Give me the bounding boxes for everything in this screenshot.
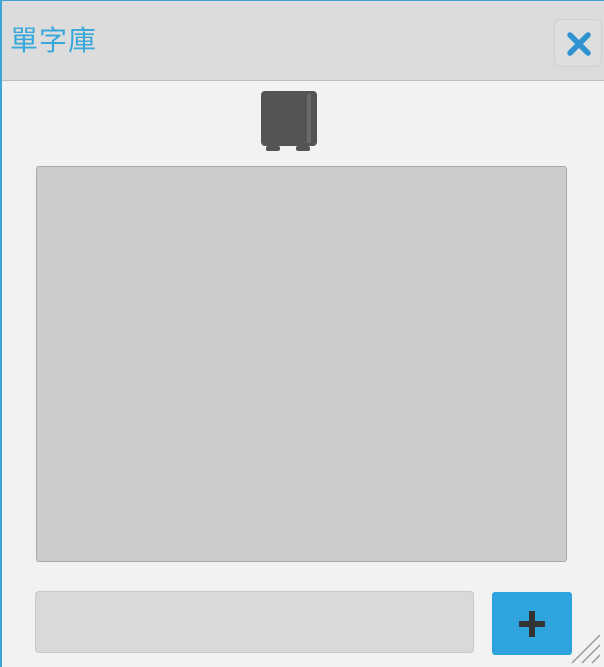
word-list[interactable] bbox=[36, 166, 567, 562]
close-icon bbox=[567, 32, 591, 56]
word-bank-dialog: 單字庫 bbox=[0, 0, 604, 667]
add-word-button[interactable] bbox=[492, 592, 572, 655]
word-input[interactable] bbox=[35, 591, 474, 653]
dialog-title: 單字庫 bbox=[10, 24, 98, 57]
close-button[interactable] bbox=[554, 19, 602, 67]
dialog-titlebar[interactable]: 單字庫 bbox=[2, 1, 604, 81]
resize-grip-icon[interactable] bbox=[566, 629, 602, 665]
plus-icon bbox=[519, 611, 545, 637]
speaker-icon[interactable] bbox=[259, 90, 319, 154]
